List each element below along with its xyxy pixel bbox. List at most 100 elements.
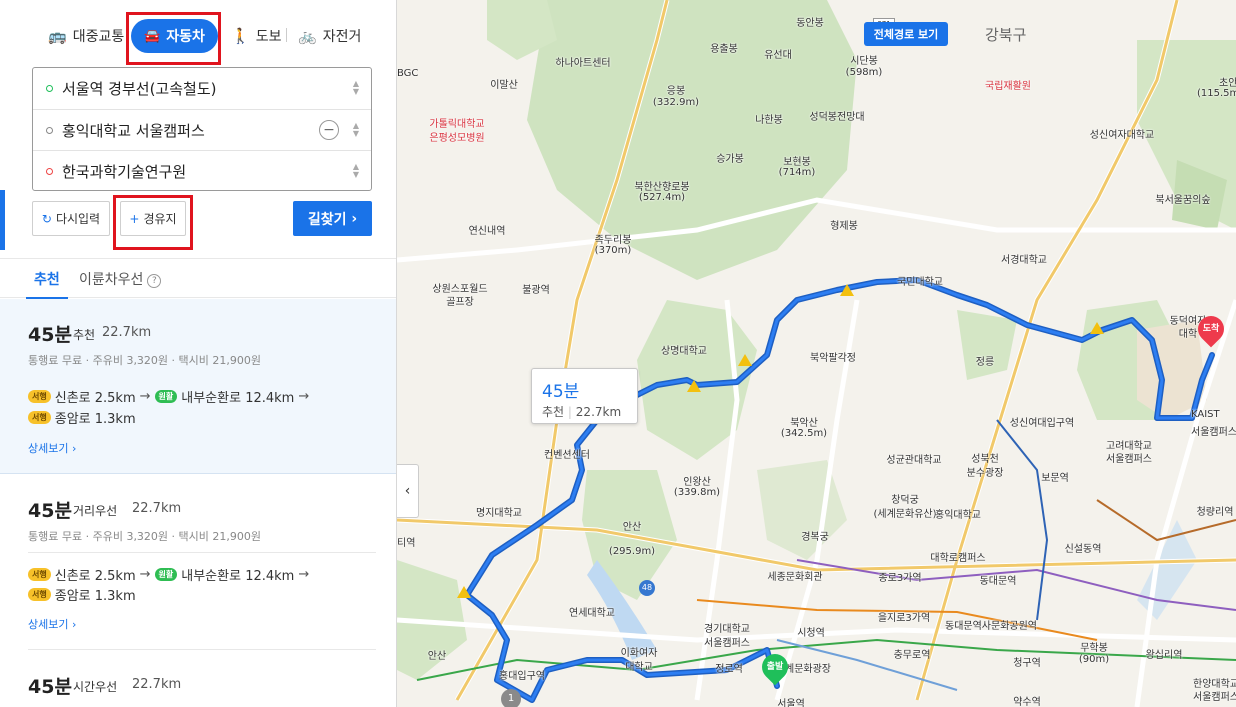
route-input-box: 서울역 경부선(고속철도) ▲ ▼ 홍익대학교 서울캠퍼스 − ▲ ▼ 한국과학기술… <box>32 67 372 191</box>
drag-handle-icon[interactable]: ▲ ▼ <box>353 80 359 96</box>
transport-mode-tabs: 🚌 대중교통 🚘 자동차 🚶 도보 🚲 자전거 <box>0 18 396 58</box>
road-line: 서행 종암로 1.3km <box>28 408 136 427</box>
full-route-button[interactable]: 전체경로 보기 <box>864 22 948 46</box>
map-label: 북악팔각정 <box>810 353 856 364</box>
map-label: 북서울꿈의숲 <box>1155 195 1211 206</box>
chevron-right-icon: › <box>71 442 77 455</box>
search-route-button[interactable]: 길찾기 › <box>293 201 372 236</box>
warning-icon[interactable] <box>1090 322 1104 334</box>
map-label: 경기대학교 <box>704 624 750 635</box>
help-icon[interactable]: ? <box>147 274 162 288</box>
result-fare: 통행료 무료 · 주유비 3,320원 · 택시비 21,900원 <box>28 354 262 367</box>
end-pin-icon[interactable]: 도착 <box>1192 310 1230 348</box>
map-label: (90m) <box>1078 654 1110 665</box>
drag-handle-icon[interactable]: ▲ ▼ <box>353 122 359 138</box>
route-result-card[interactable]: 45분 거리우선 22.7km 통행료 무료 · 주유비 3,320원 · 택시… <box>0 475 396 650</box>
bicycle-icon: 🚲 <box>298 27 317 45</box>
map-label: 이말산 <box>490 80 518 91</box>
map-label: (295.9m) <box>608 546 656 557</box>
district-label: 강북구 <box>985 26 1027 44</box>
arrow-right-icon: → <box>139 389 151 404</box>
map-label: 청량리역 <box>1196 507 1234 518</box>
map-label: 대학 <box>1178 329 1198 340</box>
map-label: 승가봉 <box>716 154 744 165</box>
via-value: 홍익대학교 서울캠퍼스 <box>62 121 205 140</box>
map-label: 상명대학교 <box>661 346 707 357</box>
destination-field[interactable]: 한국과학기술연구원 ▲ ▼ <box>33 150 371 191</box>
destination-dot-icon <box>46 167 53 175</box>
map-label: 북악산 <box>790 418 818 429</box>
result-time: 45분 <box>28 324 72 346</box>
traffic-badge: 서행 <box>28 588 51 601</box>
map-label: 신설동역 <box>1064 544 1102 555</box>
map-label: 약수역 <box>1013 697 1041 707</box>
warning-icon[interactable] <box>840 284 854 296</box>
map-label: 서울캠퍼스 <box>1193 692 1236 703</box>
add-via-button[interactable]: + 경유지 <box>120 201 186 236</box>
map-label: 티역 <box>397 538 416 549</box>
map-label: 분수광장 <box>966 468 1004 479</box>
map-label: 대학교 <box>625 662 653 673</box>
map-label: 유선대 <box>764 50 792 61</box>
warning-icon[interactable] <box>738 354 752 366</box>
result-tabs: 추천 이륜차우선? <box>0 258 396 299</box>
details-link[interactable]: 상세보기 › <box>28 440 76 456</box>
remove-via-icon[interactable]: − <box>319 120 339 140</box>
map-label: 성신여자대학교 <box>1089 130 1155 141</box>
collapse-panel-button[interactable]: ‹ <box>397 464 419 518</box>
traffic-badge: 원활 <box>154 390 178 403</box>
warning-icon[interactable] <box>687 380 701 392</box>
road-line: 서행 종암로 1.3km <box>28 585 136 604</box>
map-label: 연세대학교 <box>569 608 615 619</box>
tab-recommended[interactable]: 추천 <box>34 269 60 289</box>
map-view[interactable]: 371 강북구 BGC 이말산 하나아트센터 용출봉 유선대 동안봉 시단봉 (… <box>397 0 1236 707</box>
origin-value: 서울역 경부선(고속철도) <box>62 80 217 98</box>
map-label: 연신내역 <box>468 226 506 237</box>
map-label: 보문역 <box>1041 473 1069 484</box>
map-label: 나한봉 <box>755 115 783 126</box>
mode-car-tab[interactable]: 🚘 자동차 <box>131 19 218 53</box>
map-label: 창덕궁 <box>891 495 919 506</box>
walk-icon: 🚶 <box>231 27 250 45</box>
map-label: (339.8m) <box>673 487 721 498</box>
result-distance: 22.7km <box>132 501 182 516</box>
car-icon: 🚘 <box>144 28 161 44</box>
result-distance: 22.7km <box>132 677 182 692</box>
map-label: 응봉 <box>666 86 686 97</box>
map-label: 홍익대학교 <box>935 510 981 521</box>
map-label: 명지대학교 <box>476 508 522 519</box>
map-label: 성균관대학교 <box>886 455 942 466</box>
map-label: 국민대학교 <box>897 277 943 288</box>
map-label: 하나아트센터 <box>555 58 611 69</box>
route-result-card[interactable]: 45분 시간우선 22.7km <box>0 650 396 707</box>
map-label: 계문화광장 <box>785 664 831 675</box>
bubble-summary: 추천 | 22.7km <box>542 405 622 419</box>
map-label: 종로3가역 <box>878 573 922 584</box>
start-pin-icon[interactable]: 출발 <box>756 648 794 686</box>
map-label: 청구역 <box>1013 658 1041 669</box>
map-label: (714m) <box>778 167 816 178</box>
map-label: 시단봉 <box>850 56 878 67</box>
via-field[interactable]: 홍익대학교 서울캠퍼스 − ▲ ▼ <box>33 109 371 150</box>
details-link[interactable]: 상세보기 › <box>28 616 76 632</box>
map-label: 국립재활원 <box>985 81 1031 92</box>
result-fare: 통행료 무료 · 주유비 3,320원 · 택시비 21,900원 <box>28 530 262 543</box>
map-label: (115.5m <box>1197 88 1236 99</box>
road-line: 서행 신촌로 2.5km → 원활 내부순환로 12.4km → <box>28 387 313 406</box>
map-label: 은평성모병원 <box>429 133 485 144</box>
drag-handle-icon[interactable]: ▲ ▼ <box>353 163 359 179</box>
via-marker-icon[interactable]: 1 <box>501 689 521 707</box>
reset-button[interactable]: ↻ 다시입력 <box>32 201 110 236</box>
warning-icon[interactable] <box>457 586 471 598</box>
mode-transit-tab[interactable]: 🚌 대중교통 <box>48 18 124 54</box>
route-info-bubble[interactable]: 45분 추천 | 22.7km <box>531 368 638 424</box>
mode-bike-tab[interactable]: 🚲 자전거 <box>298 18 361 54</box>
divider <box>28 552 376 553</box>
origin-field[interactable]: 서울역 경부선(고속철도) ▲ ▼ <box>33 68 371 109</box>
mode-walk-tab[interactable]: 🚶 도보 <box>231 18 281 54</box>
bubble-time: 45분 <box>542 382 580 402</box>
route-result-card[interactable]: 45분 추천 22.7km 통행료 무료 · 주유비 3,320원 · 택시비 … <box>0 299 396 474</box>
tab-eco[interactable]: 이륜차우선? <box>79 269 162 289</box>
map-label: 안산 <box>622 522 642 533</box>
map-label: 인왕산 <box>683 477 711 488</box>
